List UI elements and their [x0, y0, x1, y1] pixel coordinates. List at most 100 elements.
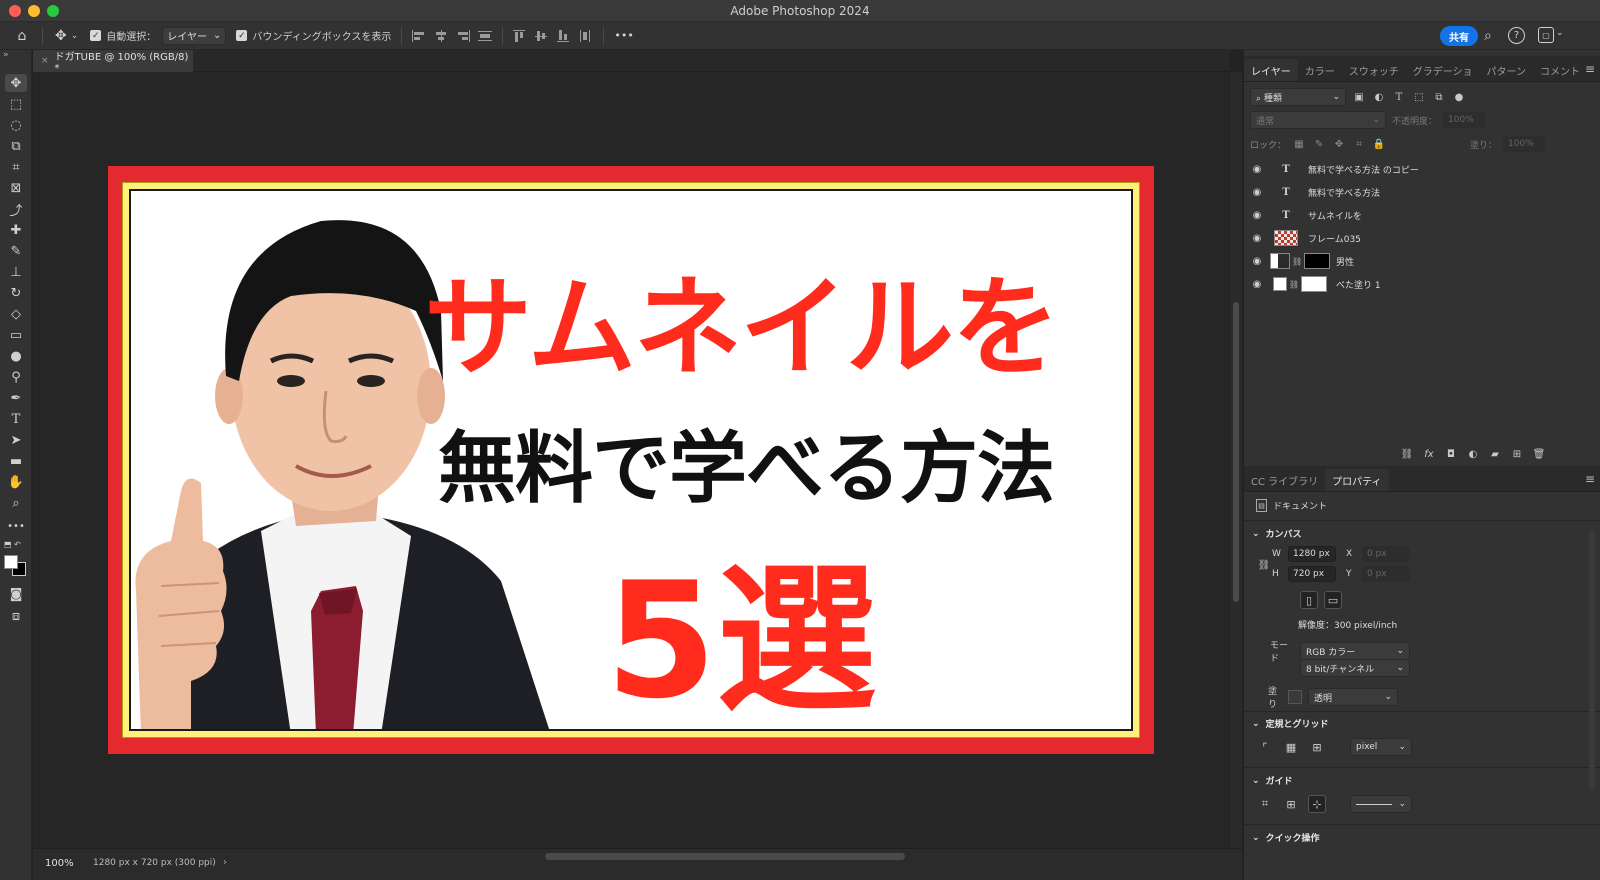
adjustment-layer-icon[interactable]: ◐ [1466, 447, 1480, 461]
add-mask-icon[interactable]: ◘ [1444, 447, 1458, 461]
layer-filter-dropdown[interactable]: ⌕ 種類 ⌄ [1250, 88, 1346, 106]
fill-field[interactable]: 100% [1503, 136, 1546, 152]
lock-transparency-icon[interactable]: ▦ [1292, 137, 1306, 151]
crop-tool-icon[interactable]: ⌗ [5, 158, 27, 176]
mask-thumbnail[interactable] [1301, 276, 1328, 292]
more-options-icon[interactable]: ••• [614, 29, 633, 42]
group-folder-icon[interactable]: ▰ [1488, 447, 1502, 461]
eye-icon[interactable]: ◉ [1244, 210, 1270, 221]
chevron-down-icon[interactable]: ⌄ [1556, 28, 1564, 38]
swap-colors-icon[interactable]: ⬒ ↶ [4, 540, 26, 552]
workspace-icon[interactable]: ▢ [1538, 27, 1554, 43]
lock-all-icon[interactable]: 🔒 [1372, 137, 1386, 151]
layer-row[interactable]: ◉ T サムネイルを [1244, 204, 1564, 226]
horizontal-scrollbar[interactable] [545, 853, 905, 860]
text-filter-icon[interactable]: T [1392, 90, 1406, 104]
link-layers-icon[interactable]: ⛓ [1400, 447, 1414, 461]
trash-icon[interactable]: 🗑 [1532, 447, 1546, 461]
tab-gradients[interactable]: グラデーショ [1406, 59, 1480, 81]
gradient-tool-icon[interactable]: ▭ [5, 326, 27, 344]
align-center-h-icon[interactable] [434, 29, 448, 42]
hand-tool-icon[interactable]: ✋ [5, 473, 27, 491]
marquee-tool-icon[interactable]: ⬚ [5, 95, 27, 113]
tab-comments[interactable]: コメント [1533, 59, 1587, 81]
type-tool-icon[interactable]: T [5, 410, 27, 428]
layer-row[interactable]: ◉ T 無料で学べる方法 [1244, 181, 1564, 203]
foreground-color-swatch[interactable] [4, 555, 18, 569]
healing-brush-tool-icon[interactable]: ✚ [5, 221, 27, 239]
distribute-h-icon[interactable] [579, 29, 593, 42]
eye-icon[interactable]: ◉ [1244, 279, 1270, 290]
zoom-tool-icon[interactable]: ⌕ [5, 494, 27, 512]
shape-filter-icon[interactable]: ⬚ [1412, 90, 1426, 104]
smart-object-filter-icon[interactable]: ⧉ [1432, 90, 1446, 104]
layer-style-icon[interactable]: fx [1422, 447, 1436, 461]
canvas-fill-dropdown[interactable]: 透明 ⌄ [1308, 688, 1398, 706]
tab-color[interactable]: カラー [1298, 59, 1342, 81]
bit-depth-dropdown[interactable]: 8 bit/チャンネル ⌄ [1300, 659, 1410, 677]
filter-toggle-icon[interactable]: ● [1452, 90, 1466, 104]
stamp-tool-icon[interactable]: ⊥ [5, 263, 27, 281]
vertical-scrollbar[interactable] [1230, 72, 1242, 848]
y-field[interactable]: 0 px [1362, 566, 1410, 582]
scroll-thumb[interactable] [1233, 302, 1239, 602]
bbox-checkbox[interactable]: ✓ [236, 30, 248, 41]
edit-toolbar-icon[interactable]: ••• [5, 517, 27, 535]
image-filter-icon[interactable]: ▣ [1352, 90, 1366, 104]
zoom-level[interactable]: 100% [45, 858, 74, 869]
panel-menu-icon[interactable]: ≡ [1585, 472, 1595, 486]
lock-position-icon[interactable]: ✥ [1332, 137, 1346, 151]
align-bottom-icon[interactable] [557, 29, 571, 42]
eyedropper-tool-icon[interactable]: ⤴ [5, 200, 27, 219]
layer-row[interactable]: ◉ ⛓ べた塗り 1 [1244, 273, 1564, 295]
tab-patterns[interactable]: パターン [1480, 59, 1534, 81]
screen-mode-icon[interactable]: ⧈ [5, 607, 27, 625]
link-proportions-icon[interactable]: ⛓ [1257, 558, 1271, 572]
ruler-icon[interactable]: ⌜ [1256, 738, 1274, 756]
new-layer-icon[interactable]: ⊞ [1510, 447, 1524, 461]
lock-artboard-icon[interactable]: ⌗ [1352, 137, 1366, 151]
document-tab[interactable]: × ドガTUBE @ 100% (RGB/8) * [33, 50, 193, 74]
quick-actions-section-header[interactable]: ⌄ クイック操作 [1252, 831, 1320, 845]
guide-layout-icon[interactable]: ⊞ [1282, 795, 1300, 813]
rulers-section-header[interactable]: ⌄ 定規とグリッド [1252, 717, 1329, 731]
mask-thumbnail[interactable] [1304, 253, 1330, 269]
pixel-grid-icon[interactable]: ⊞ [1308, 738, 1326, 756]
search-icon[interactable]: ⌕ [1484, 28, 1492, 44]
align-middle-v-icon[interactable] [535, 30, 549, 42]
history-brush-tool-icon[interactable]: ↻ [5, 284, 27, 302]
pen-tool-icon[interactable]: ✒ [5, 389, 27, 407]
tab-swatches[interactable]: スウォッチ [1342, 59, 1406, 81]
eye-icon[interactable]: ◉ [1244, 187, 1270, 198]
home-icon[interactable]: ⌂ [14, 28, 30, 44]
canvas-section-header[interactable]: ⌄ カンバス [1252, 527, 1302, 541]
width-field[interactable]: 1280 px [1288, 546, 1336, 562]
landscape-icon[interactable]: ▭ [1324, 591, 1342, 609]
properties-scrollbar[interactable] [1589, 530, 1595, 790]
link-icon[interactable]: ⛓ [1289, 280, 1299, 289]
mode-dropdown[interactable]: RGB カラー ⌄ [1300, 642, 1410, 660]
guide-style-dropdown[interactable]: ⌄ [1350, 795, 1412, 813]
adjustment-filter-icon[interactable]: ◐ [1372, 90, 1386, 104]
move-tool-icon[interactable]: ✥ [5, 74, 27, 92]
layer-row[interactable]: ◉ T 無料で学べる方法 のコピー [1244, 158, 1564, 180]
document-info[interactable]: 1280 px x 720 px (300 ppi) [93, 858, 216, 868]
align-left-icon[interactable] [412, 29, 426, 42]
object-select-tool-icon[interactable]: ⧉ [5, 137, 27, 155]
eye-icon[interactable]: ◉ [1244, 256, 1270, 267]
opacity-field[interactable]: 100% [1443, 112, 1486, 128]
layer-row[interactable]: ◉ ⛓ 男性 [1244, 250, 1564, 272]
guides-section-header[interactable]: ⌄ ガイド [1252, 774, 1293, 788]
chevron-right-icon[interactable]: › [223, 857, 227, 868]
move-tool-icon[interactable]: ✥ [55, 28, 67, 44]
eye-icon[interactable]: ◉ [1244, 164, 1270, 175]
x-field[interactable]: 0 px [1362, 546, 1410, 562]
chevron-down-icon[interactable]: ⌄ [71, 31, 79, 41]
auto-select-dropdown[interactable]: レイヤー ⌄ [162, 26, 227, 45]
align-top-icon[interactable] [513, 29, 527, 42]
smart-guides-icon[interactable]: ⊹ [1308, 795, 1326, 813]
lasso-tool-icon[interactable]: ◌ [5, 116, 27, 134]
height-field[interactable]: 720 px [1288, 566, 1336, 582]
quick-mask-icon[interactable]: ◙ [5, 585, 27, 603]
eraser-tool-icon[interactable]: ◇ [5, 305, 27, 323]
